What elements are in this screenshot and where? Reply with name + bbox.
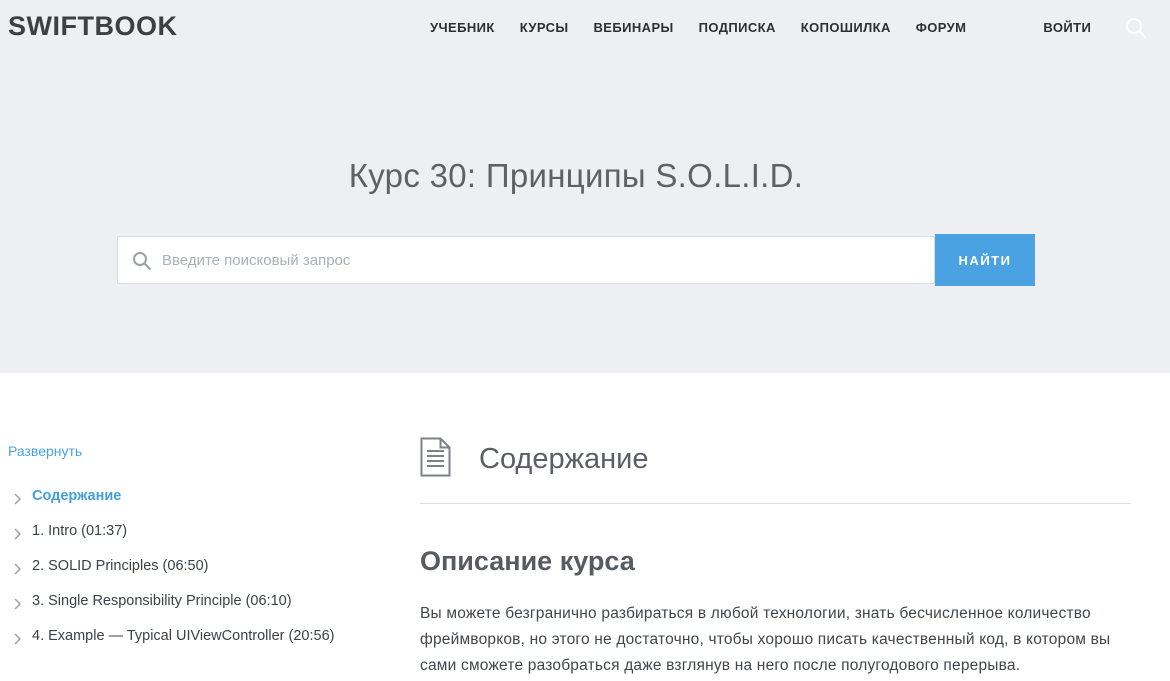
toc-item-label: 1. Intro (01:37) <box>32 523 128 539</box>
search-icon[interactable] <box>1123 15 1149 41</box>
section-head: Содержание <box>420 437 1131 482</box>
toc-item-label: Содержание <box>32 488 122 504</box>
toc-item-label: 2. SOLID Principles (06:50) <box>32 558 209 574</box>
nav-item-forum[interactable]: ФОРУМ <box>916 20 967 35</box>
chevron-right-icon <box>14 525 22 547</box>
search-input[interactable] <box>162 237 922 283</box>
toc-item-label: 3. Single Responsibility Principle (06:1… <box>32 593 292 609</box>
course-content: Содержание Описание курса Вы можете безг… <box>420 437 1131 679</box>
chevron-right-icon <box>14 490 22 512</box>
section-title: Содержание <box>479 443 649 475</box>
chevron-right-icon <box>14 595 22 617</box>
chevron-right-icon <box>14 560 22 582</box>
document-icon <box>420 437 451 482</box>
hero-section: SWIFTBOOK УЧЕБНИК КУРСЫ ВЕБИНАРЫ ПОДПИСК… <box>0 0 1170 373</box>
toc-item-intro[interactable]: 1. Intro (01:37) <box>8 520 338 542</box>
page-title: Курс 30: Принципы S.O.L.I.D. <box>348 157 804 194</box>
chevron-right-icon <box>14 630 22 652</box>
main-nav: УЧЕБНИК КУРСЫ ВЕБИНАРЫ ПОДПИСКА КОПОШИЛК… <box>430 0 1091 55</box>
toc-item-solid-principles[interactable]: 2. SOLID Principles (06:50) <box>8 555 338 577</box>
section-divider <box>420 503 1131 504</box>
toc-item-single-responsibility[interactable]: 3. Single Responsibility Principle (06:1… <box>8 590 338 612</box>
toc-item-example-uiviewcontroller[interactable]: 4. Example — Typical UIViewController (2… <box>8 625 338 647</box>
top-navigation-bar: SWIFTBOOK УЧЕБНИК КУРСЫ ВЕБИНАРЫ ПОДПИСК… <box>0 0 1170 55</box>
search-input-wrap <box>117 236 935 284</box>
nav-item-kursy[interactable]: КУРСЫ <box>520 20 569 35</box>
search-submit-button[interactable]: НАЙТИ <box>935 234 1035 286</box>
course-description-heading: Описание курса <box>420 546 635 576</box>
login-button[interactable]: ВОЙТИ <box>1043 20 1091 35</box>
nav-item-koposhilka[interactable]: КОПОШИЛКА <box>801 20 891 35</box>
toc-item-contents[interactable]: Содержание <box>8 485 338 507</box>
toc-item-label: 4. Example — Typical UIViewController (2… <box>32 628 335 644</box>
expand-all-link[interactable]: Развернуть <box>8 443 82 459</box>
course-toc-sidebar: Развернуть Содержание 1. Intro (01:37) 2… <box>8 443 338 660</box>
nav-item-vebinary[interactable]: ВЕБИНАРЫ <box>594 20 674 35</box>
course-description-text: Вы можете безгранично разбираться в любо… <box>420 605 1111 674</box>
search-input-icon <box>132 251 152 276</box>
logo[interactable]: SWIFTBOOK <box>8 11 177 42</box>
course-search-form: НАЙТИ <box>117 234 1035 286</box>
nav-item-podpiska[interactable]: ПОДПИСКА <box>699 20 776 35</box>
nav-item-uchebnik[interactable]: УЧЕБНИК <box>430 20 495 35</box>
